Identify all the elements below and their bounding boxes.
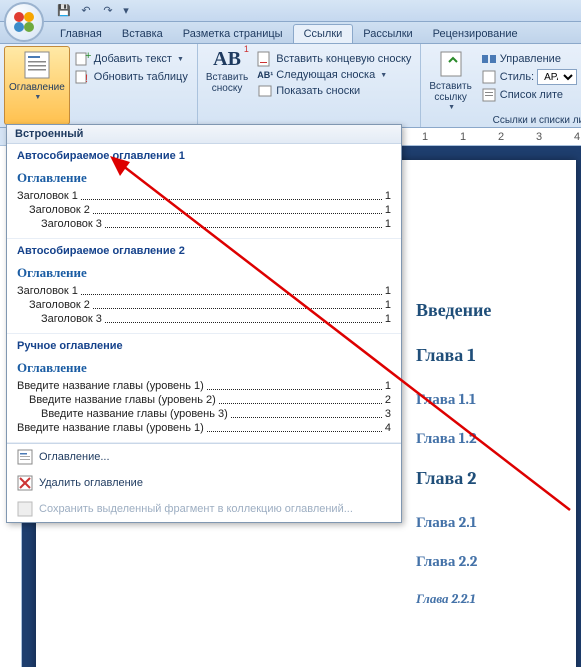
save-selection-label: Сохранить выделенный фрагмент в коллекци… [39,503,353,515]
heading-1: Введение [416,300,546,321]
show-label: Показать сноски [276,85,360,97]
heading-2: Глава 1.2 [416,429,546,448]
one-icon: 1 [244,44,249,54]
bibliography-button[interactable]: Список лите [478,86,580,104]
insert-footnote-button[interactable]: AB1 Вставить сноску [202,46,252,125]
group-footer: Ссылки и списки ли [493,115,581,126]
remove-toc-label: Удалить оглавление [39,477,143,489]
insert-citation-label: Вставить ссылку [429,81,471,103]
gallery-item[interactable]: Ручное оглавлениеОглавлениеВведите назва… [7,334,401,443]
insert-citation-button[interactable]: Вставить ссылку ▼ [425,46,475,125]
toc-label: Оглавление [9,82,65,93]
save-selection-command: Сохранить выделенный фрагмент в коллекци… [7,496,401,522]
next-footnote-button[interactable]: AB¹ Следующая сноска▼ [254,68,414,82]
style-selector: Стиль: APA [478,68,580,86]
add-text-button[interactable]: + Добавить текст▼ [72,50,191,68]
gallery-commands: Оглавление... Удалить оглавление Сохрани… [7,443,401,522]
quick-access-toolbar: 💾 ↶ ↷ ▾ [54,2,132,20]
show-icon [257,83,273,99]
toc-icon [21,49,53,81]
insert-toc-label: Оглавление... [39,451,110,463]
tab-mailings[interactable]: Рассылки [353,25,422,43]
heading-1: Глава 2 [416,468,546,489]
update-icon: ! [75,69,91,85]
tab-layout[interactable]: Разметка страницы [173,25,293,43]
qat-dropdown[interactable]: ▾ [120,2,132,20]
toc-gallery: Встроенный Автособираемое оглавление 1 Ог… [6,124,402,523]
tab-references[interactable]: Ссылки [293,24,354,43]
heading-2: Глава 2.2 [416,552,546,571]
ab-small-icon: AB¹ [257,70,273,80]
gallery-item[interactable]: Автособираемое оглавление 1ОглавлениеЗаг… [7,144,401,239]
endnote-icon [257,51,273,67]
title-bar: 💾 ↶ ↷ ▾ [0,0,581,22]
style-dropdown[interactable]: APA [537,69,577,85]
toc-button[interactable]: Оглавление ▼ [4,46,70,125]
toc-preview-heading: Оглавление [17,265,391,281]
biblio-label: Список лите [500,89,563,101]
style-label: Стиль: [500,71,534,83]
office-button[interactable] [4,2,44,42]
manage-icon [481,51,497,67]
gallery-item-title: Автособираемое оглавление 2 [17,245,391,257]
gallery-item-title: Ручное оглавление [17,340,391,352]
add-text-icon: + [75,51,91,67]
update-label: Обновить таблицу [94,71,188,83]
toc-preview-heading: Оглавление [17,360,391,376]
show-footnotes-button[interactable]: Показать сноски [254,82,414,100]
group-citations: Вставить ссылку ▼ Управление Стиль: APA … [421,44,581,127]
save-button[interactable]: 💾 [54,2,74,20]
svg-text:!: ! [85,73,88,85]
add-text-label: Добавить текст [94,53,172,65]
heading-3: Глава 2.2.1 [416,591,546,607]
toc-preview-heading: Оглавление [17,170,391,186]
group-toc: Оглавление ▼ + Добавить текст▼ ! Обновит… [0,44,198,127]
ribbon-tabs: Главная Вставка Разметка страницы Ссылки… [0,22,581,44]
citation-icon [435,48,467,80]
style-icon [481,69,497,85]
gallery-item-title: Автособираемое оглавление 1 [17,150,391,162]
biblio-icon [481,87,497,103]
update-table-button[interactable]: ! Обновить таблицу [72,68,191,86]
manage-label: Управление [500,53,561,65]
svg-text:+: + [85,51,91,62]
toc-dialog-icon [17,449,33,465]
chevron-down-icon: ▼ [34,94,41,101]
ribbon: Оглавление ▼ + Добавить текст▼ ! Обновит… [0,44,581,128]
tab-insert[interactable]: Вставка [112,25,173,43]
next-footnote-label: Следующая сноска [276,69,375,81]
heading-2: Глава 2.1 [416,513,546,532]
tab-review[interactable]: Рецензирование [423,25,528,43]
office-logo-icon [12,10,36,34]
gallery-item[interactable]: Автособираемое оглавление 2ОглавлениеЗаг… [7,239,401,334]
insert-footnote-label: Вставить сноску [206,72,248,94]
remove-icon [17,475,33,491]
insert-toc-command[interactable]: Оглавление... [7,444,401,470]
remove-toc-command[interactable]: Удалить оглавление [7,470,401,496]
insert-endnote-button[interactable]: Вставить концевую сноску [254,50,414,68]
heading-2: Глава 1.1 [416,390,546,409]
undo-button[interactable]: ↶ [76,2,96,20]
save-gallery-icon [17,501,33,517]
endnote-label: Вставить концевую сноску [276,53,411,65]
tab-home[interactable]: Главная [50,25,112,43]
redo-button[interactable]: ↷ [98,2,118,20]
manage-sources-button[interactable]: Управление [478,50,580,68]
ab-icon: AB [213,48,241,70]
group-footnotes: AB1 Вставить сноску Вставить концевую сн… [198,44,422,127]
heading-1: Глава 1 [416,345,546,366]
gallery-header: Встроенный [7,125,401,144]
